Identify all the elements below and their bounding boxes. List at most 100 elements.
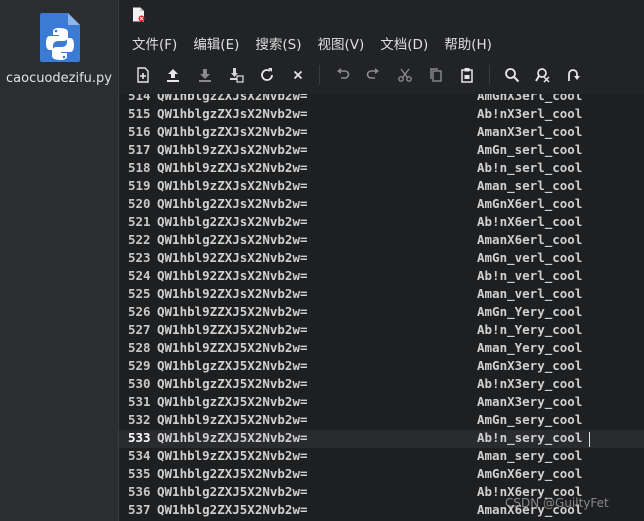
- line-number: 536: [128, 484, 151, 499]
- text-line[interactable]: 526 QW1hbl9ZZXJ5X2Nvb2w= AmGn_Yery_cool: [119, 304, 644, 322]
- decoded-text: AmGnX3erl_cool: [477, 94, 583, 103]
- decoded-text: Ab!n_sery_cool: [477, 430, 583, 445]
- undo-button[interactable]: [333, 65, 353, 85]
- decoded-text: AmGnX6erl_cool: [477, 196, 583, 211]
- text-line[interactable]: 520 QW1hblg2ZXJsX2Nvb2w= AmGnX6erl_cool: [119, 196, 644, 214]
- replace-button[interactable]: [533, 65, 553, 85]
- text-line[interactable]: 521 QW1hblg2ZXJsX2Nvb2w= Ab!nX6erl_cool: [119, 214, 644, 232]
- line-number: 528: [128, 340, 151, 355]
- paste-icon: [461, 68, 473, 83]
- menu-search[interactable]: 搜索(S): [255, 30, 301, 56]
- text-line[interactable]: 527 QW1hbl9ZZXJ5X2Nvb2w= Ab!n_Yery_cool: [119, 322, 644, 340]
- encoded-text: QW1hbl92ZXJsX2Nvb2w=: [157, 268, 308, 283]
- encoded-text: QW1hblgzZXJsX2Nvb2w=: [157, 94, 308, 103]
- text-line[interactable]: 522 QW1hblg2ZXJsX2Nvb2w= AmanX6erl_cool: [119, 232, 644, 250]
- menu-file[interactable]: 文件(F): [132, 30, 177, 56]
- current-text-line[interactable]: 533 QW1hbl9zZXJ5X2Nvb2w= Ab!n_sery_cool: [119, 430, 644, 448]
- encoded-text: QW1hbl9ZZXJ5X2Nvb2w=: [157, 340, 308, 355]
- toolbar-separator: [489, 65, 490, 85]
- text-line[interactable]: 514 QW1hblgzZXJsX2Nvb2w= AmGnX3erl_cool: [119, 94, 644, 106]
- toolbar-separator: [319, 65, 320, 85]
- text-line[interactable]: 523 QW1hbl92ZXJsX2Nvb2w= AmGn_verl_cool: [119, 250, 644, 268]
- goto-button[interactable]: [563, 65, 583, 85]
- encoded-text: QW1hblg2ZXJsX2Nvb2w=: [157, 196, 308, 211]
- line-number: 533: [128, 430, 151, 445]
- goto-icon: [568, 69, 580, 81]
- encoded-text: QW1hbl9zZXJsX2Nvb2w=: [157, 178, 308, 193]
- menu-view[interactable]: 视图(V): [318, 30, 365, 56]
- open-file-button[interactable]: [163, 65, 183, 85]
- reload-button[interactable]: [257, 65, 277, 85]
- menu-document[interactable]: 文档(D): [380, 30, 428, 56]
- encoded-text: QW1hblg2ZXJ5X2Nvb2w=: [157, 466, 308, 481]
- text-line[interactable]: 517 QW1hbl9zZXJsX2Nvb2w= AmGn_serl_cool: [119, 142, 644, 160]
- save-as-button[interactable]: [226, 65, 246, 85]
- line-number: 535: [128, 466, 151, 481]
- text-editor-area[interactable]: 514 QW1hblgzZXJsX2Nvb2w= AmGnX3erl_cool 515…: [119, 94, 644, 521]
- text-line[interactable]: 515 QW1hblgzZXJsX2Nvb2w= Ab!nX3erl_cool: [119, 106, 644, 124]
- file-label[interactable]: caocuodezifu.py: [0, 71, 118, 86]
- line-number: 519: [128, 178, 151, 193]
- line-number: 521: [128, 214, 151, 229]
- paste-button[interactable]: [457, 65, 477, 85]
- python-file-icon[interactable]: [38, 11, 82, 64]
- encoded-text: QW1hbl9zZXJ5X2Nvb2w=: [157, 448, 308, 463]
- encoded-text: QW1hblg2ZXJ5X2Nvb2w=: [157, 484, 308, 499]
- text-line[interactable]: 518 QW1hbl9zZXJsX2Nvb2w= Ab!n_serl_cool: [119, 160, 644, 178]
- text-line[interactable]: 516 QW1hblgzZXJsX2Nvb2w= AmanX3erl_cool: [119, 124, 644, 142]
- line-number: 514: [128, 94, 151, 103]
- decoded-text: AmanX6erl_cool: [477, 232, 583, 247]
- decoded-text: Aman_verl_cool: [477, 286, 583, 301]
- text-line[interactable]: 529 QW1hblgzZXJ5X2Nvb2w= AmGnX3ery_cool: [119, 358, 644, 376]
- decoded-text: Aman_sery_cool: [477, 448, 583, 463]
- decoded-text: Ab!nX3erl_cool: [477, 106, 583, 121]
- encoded-text: QW1hbl92ZXJsX2Nvb2w=: [157, 286, 308, 301]
- decoded-text: Ab!n_Yery_cool: [477, 322, 583, 337]
- encoded-text: QW1hblgzZXJ5X2Nvb2w=: [157, 394, 308, 409]
- decoded-text: AmGn_sery_cool: [477, 412, 583, 427]
- menu-edit[interactable]: 编辑(E): [193, 30, 239, 56]
- text-line[interactable]: 534 QW1hbl9zZXJ5X2Nvb2w= Aman_sery_cool: [119, 448, 644, 466]
- new-file-button[interactable]: [133, 65, 153, 85]
- encoded-text: QW1hblgzZXJsX2Nvb2w=: [157, 124, 308, 139]
- line-number: 523: [128, 250, 151, 265]
- text-line[interactable]: 530 QW1hblgzZXJ5X2Nvb2w= Ab!nX3ery_cool: [119, 376, 644, 394]
- decoded-text: AmGnX6ery_cool: [477, 466, 583, 481]
- text-line[interactable]: 524 QW1hbl92ZXJsX2Nvb2w= Ab!n_verl_cool: [119, 268, 644, 286]
- text-line[interactable]: 519 QW1hbl9zZXJsX2Nvb2w= Aman_serl_cool: [119, 178, 644, 196]
- encoded-text: QW1hblgzZXJ5X2Nvb2w=: [157, 376, 308, 391]
- encoded-text: QW1hbl9ZZXJ5X2Nvb2w=: [157, 322, 308, 337]
- encoded-text: QW1hblg2ZXJsX2Nvb2w=: [157, 214, 308, 229]
- toolbar: [119, 56, 644, 95]
- line-number: 517: [128, 142, 151, 157]
- text-line[interactable]: 528 QW1hbl9ZZXJ5X2Nvb2w= Aman_Yery_cool: [119, 340, 644, 358]
- search-button[interactable]: [502, 65, 522, 85]
- decoded-text: AmGn_serl_cool: [477, 142, 583, 157]
- save-icon: [199, 69, 211, 82]
- text-line[interactable]: 532 QW1hbl9zZXJ5X2Nvb2w= AmGn_sery_cool: [119, 412, 644, 430]
- text-editor-window: 文件(F) 编辑(E) 搜索(S) 视图(V) 文档(D) 帮助(H) 514 …: [118, 0, 644, 521]
- replace-icon: [535, 68, 550, 83]
- save-button[interactable]: [195, 65, 215, 85]
- text-line[interactable]: 531 QW1hblgzZXJ5X2Nvb2w= AmanX3ery_cool: [119, 394, 644, 412]
- decoded-text: Ab!n_serl_cool: [477, 160, 583, 175]
- line-number: 527: [128, 322, 151, 337]
- copy-button[interactable]: [426, 65, 446, 85]
- encoded-text: QW1hbl9zZXJsX2Nvb2w=: [157, 160, 308, 175]
- menu-bar: 文件(F) 编辑(E) 搜索(S) 视图(V) 文档(D) 帮助(H): [119, 30, 644, 56]
- text-line[interactable]: 535 QW1hblg2ZXJ5X2Nvb2w= AmGnX6ery_cool: [119, 466, 644, 484]
- decoded-text: AmanX3ery_cool: [477, 394, 583, 409]
- reload-icon: [261, 68, 273, 81]
- line-number: 526: [128, 304, 151, 319]
- redo-button[interactable]: [363, 65, 383, 85]
- cut-button[interactable]: [395, 65, 415, 85]
- cut-icon: [398, 68, 412, 82]
- text-line[interactable]: 525 QW1hbl92ZXJsX2Nvb2w= Aman_verl_cool: [119, 286, 644, 304]
- close-button[interactable]: [288, 65, 308, 85]
- encoded-text: QW1hblg2ZXJsX2Nvb2w=: [157, 232, 308, 247]
- decoded-text: Aman_serl_cool: [477, 178, 583, 193]
- encoded-text: QW1hbl92ZXJsX2Nvb2w=: [157, 250, 308, 265]
- save-as-icon: [230, 68, 244, 83]
- menu-help[interactable]: 帮助(H): [444, 30, 492, 56]
- close-icon: [293, 70, 303, 80]
